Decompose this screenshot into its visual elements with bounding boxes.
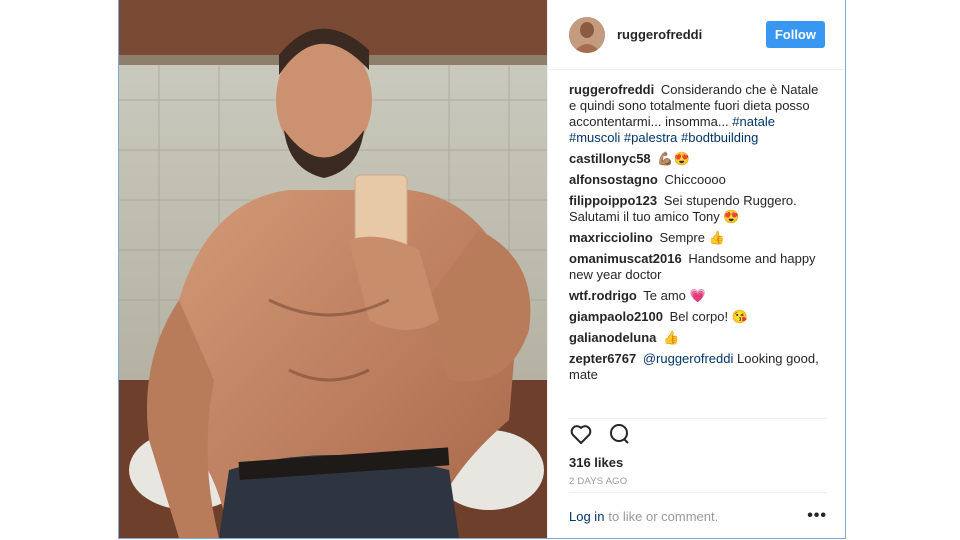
list-item: giampaolo2100 Bel corpo! 😘 [569, 309, 827, 325]
likes-count[interactable]: 316 likes [569, 455, 827, 470]
list-item: maxricciolino Sempre 👍 [569, 230, 827, 246]
list-item: omanimuscat2016 Handsome and happy new y… [569, 251, 827, 283]
selfie-photo-illustration [119, 0, 547, 538]
comment-text: Sempre 👍 [659, 230, 725, 245]
login-footer: Log in to like or comment. ••• [569, 492, 827, 539]
comment-username[interactable]: galianodeluna [569, 330, 656, 345]
comment-username[interactable]: omanimuscat2016 [569, 251, 682, 266]
comment-username[interactable]: giampaolo2100 [569, 309, 663, 324]
hashtag-palestra[interactable]: #palestra [624, 130, 677, 145]
hashtag-muscoli[interactable]: #muscoli [569, 130, 620, 145]
comment-text: Bel corpo! 😘 [669, 309, 748, 324]
heart-icon[interactable] [569, 422, 595, 448]
avatar-image [569, 16, 605, 53]
instagram-post: ruggerofreddi Follow ruggerofreddi Consi… [118, 0, 846, 539]
header-username[interactable]: ruggerofreddi [617, 27, 766, 42]
post-sidebar: ruggerofreddi Follow ruggerofreddi Consi… [547, 0, 845, 538]
list-item: castillonyc58 💪🏽😍 [569, 151, 827, 167]
avatar[interactable] [569, 16, 605, 53]
more-options-icon[interactable]: ••• [807, 507, 827, 525]
action-icons [569, 422, 827, 448]
caption: ruggerofreddi Considerando che è Natale … [569, 82, 827, 146]
list-item: galianodeluna 👍 [569, 330, 827, 346]
comment-text: Te amo 💗 [643, 288, 706, 303]
login-link[interactable]: Log in [569, 509, 604, 524]
comment-text: 👍 [663, 330, 680, 345]
caption-username[interactable]: ruggerofreddi [569, 82, 654, 97]
comment-username[interactable]: alfonsostagno [569, 172, 658, 187]
comment-bubble-icon[interactable] [607, 422, 633, 448]
post-header: ruggerofreddi Follow [548, 0, 845, 70]
post-actions: 316 likes 2 DAYS AGO [569, 418, 827, 487]
comment-username[interactable]: zepter6767 [569, 351, 636, 366]
comment-text: 💪🏽😍 [657, 151, 690, 166]
post-photo[interactable] [119, 0, 547, 538]
comments-list: ruggerofreddi Considerando che è Natale … [569, 82, 827, 388]
hashtag-natale[interactable]: #natale [732, 114, 775, 129]
list-item: zepter6767 @ruggerofreddi Looking good, … [569, 351, 827, 383]
follow-button[interactable]: Follow [765, 21, 825, 48]
list-item: filippoippo123 Sei stupendo Ruggero. Sal… [569, 193, 827, 225]
comment-username[interactable]: castillonyc58 [569, 151, 651, 166]
comment-text: Chiccoooo [664, 172, 726, 187]
comment-username[interactable]: wtf.rodrigo [569, 288, 637, 303]
post-timestamp: 2 DAYS AGO [569, 476, 628, 487]
comment-username[interactable]: filippoippo123 [569, 193, 657, 208]
login-prompt-text: to like or comment. [608, 508, 719, 524]
comment-username[interactable]: maxricciolino [569, 230, 653, 245]
list-item: alfonsostagno Chiccoooo [569, 172, 827, 188]
comment-mention[interactable]: @ruggerofreddi [643, 351, 734, 366]
list-item: wtf.rodrigo Te amo 💗 [569, 288, 827, 304]
hashtag-bodtbuilding[interactable]: #bodtbuilding [681, 130, 758, 145]
